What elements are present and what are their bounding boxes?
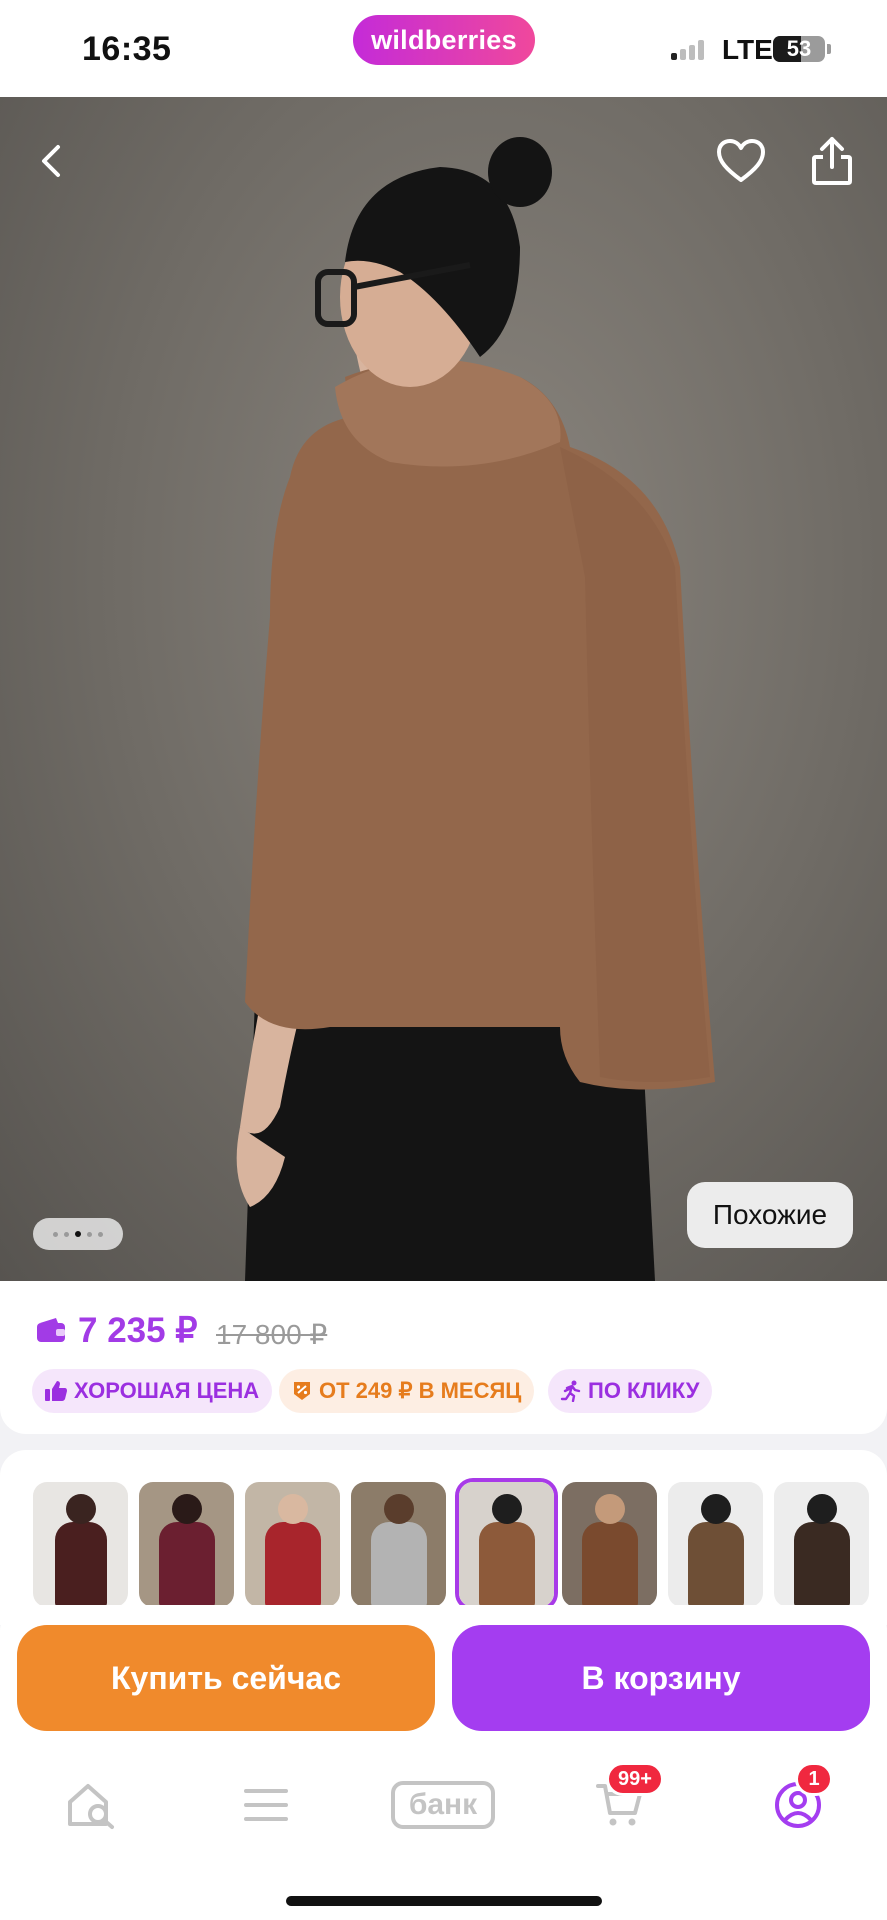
- badge-label: ОТ 249 ₽ В МЕСЯЦ: [319, 1378, 522, 1403]
- thumbnail[interactable]: [33, 1482, 128, 1607]
- menu-icon: [244, 1789, 288, 1821]
- cart-count-badge: 99+: [606, 1762, 664, 1796]
- similar-button[interactable]: Похожие: [687, 1182, 853, 1248]
- favorite-button[interactable]: [709, 129, 773, 193]
- price-card: 7 235 ₽ 17 800 ₽ ХОРОШАЯ ЦЕНА ОТ 249 ₽ В…: [0, 1281, 887, 1434]
- badge-label: ХОРОШАЯ ЦЕНА: [74, 1378, 260, 1403]
- old-price: 17 800 ₽: [216, 1319, 328, 1350]
- home-search-icon: [68, 1784, 114, 1829]
- battery-icon: 53: [773, 36, 825, 62]
- running-person-icon: [560, 1380, 581, 1402]
- current-price: 7 235 ₽: [78, 1311, 198, 1350]
- pagination-dot: [98, 1231, 103, 1237]
- battery-tip: [827, 44, 831, 54]
- installment-badge[interactable]: ОТ 249 ₽ В МЕСЯЦ: [279, 1369, 535, 1413]
- thumbnail[interactable]: [668, 1482, 763, 1607]
- product-photo: [236, 137, 715, 1281]
- thumbnail-selected[interactable]: [455, 1478, 558, 1611]
- per-click-badge[interactable]: ПО КЛИКУ: [548, 1369, 713, 1413]
- share-button[interactable]: [800, 129, 864, 193]
- nav-catalog[interactable]: [231, 1775, 301, 1835]
- status-time: 16:35: [82, 30, 172, 68]
- product-page: 16:35 wildberries LTE 53 Похожие 7 235 ₽…: [0, 0, 887, 1920]
- product-photo-gallery[interactable]: Похожие: [0, 97, 887, 1281]
- home-indicator: [286, 1896, 602, 1906]
- back-button[interactable]: [20, 129, 84, 193]
- add-to-cart-button[interactable]: В корзину: [452, 1625, 870, 1731]
- bank-label: банк: [408, 1788, 478, 1821]
- thumbs-up-icon: [45, 1381, 67, 1401]
- thumbnail-strip[interactable]: [0, 1450, 887, 1625]
- battery-level: 53: [786, 36, 812, 61]
- heart-icon: [717, 139, 765, 182]
- badge-label: ПО КЛИКУ: [588, 1378, 700, 1403]
- brand-name: wildberries: [371, 24, 517, 55]
- pagination-dot: [53, 1231, 58, 1237]
- bank-icon: банк: [391, 1781, 495, 1829]
- thumbnail[interactable]: [139, 1482, 234, 1607]
- purchase-actions: Купить сейчас В корзину: [0, 1605, 887, 1755]
- good-price-badge[interactable]: ХОРОШАЯ ЦЕНА: [32, 1369, 273, 1413]
- nav-home[interactable]: [56, 1775, 126, 1835]
- wallet-icon: [37, 1318, 65, 1342]
- nav-bank[interactable]: банк: [390, 1775, 496, 1835]
- chevron-left-icon: [42, 145, 60, 177]
- gallery-pagination: [33, 1218, 123, 1250]
- pagination-dot: [64, 1231, 69, 1237]
- installment-percent-icon: [294, 1382, 310, 1400]
- buy-now-button[interactable]: Купить сейчас: [17, 1625, 435, 1731]
- signal-icon: [671, 38, 704, 60]
- share-icon: [812, 137, 852, 185]
- status-bar: 16:35 wildberries LTE 53: [0, 0, 887, 97]
- thumbnail[interactable]: [245, 1482, 340, 1607]
- pagination-dot: [75, 1231, 81, 1237]
- thumbnail[interactable]: [774, 1482, 869, 1607]
- pagination-dot: [87, 1231, 92, 1237]
- brand-logo[interactable]: wildberries: [353, 15, 535, 65]
- thumbnail[interactable]: [562, 1482, 657, 1607]
- network-type: LTE: [722, 34, 773, 65]
- thumbnail[interactable]: [351, 1482, 446, 1607]
- profile-notification-badge: 1: [795, 1762, 833, 1796]
